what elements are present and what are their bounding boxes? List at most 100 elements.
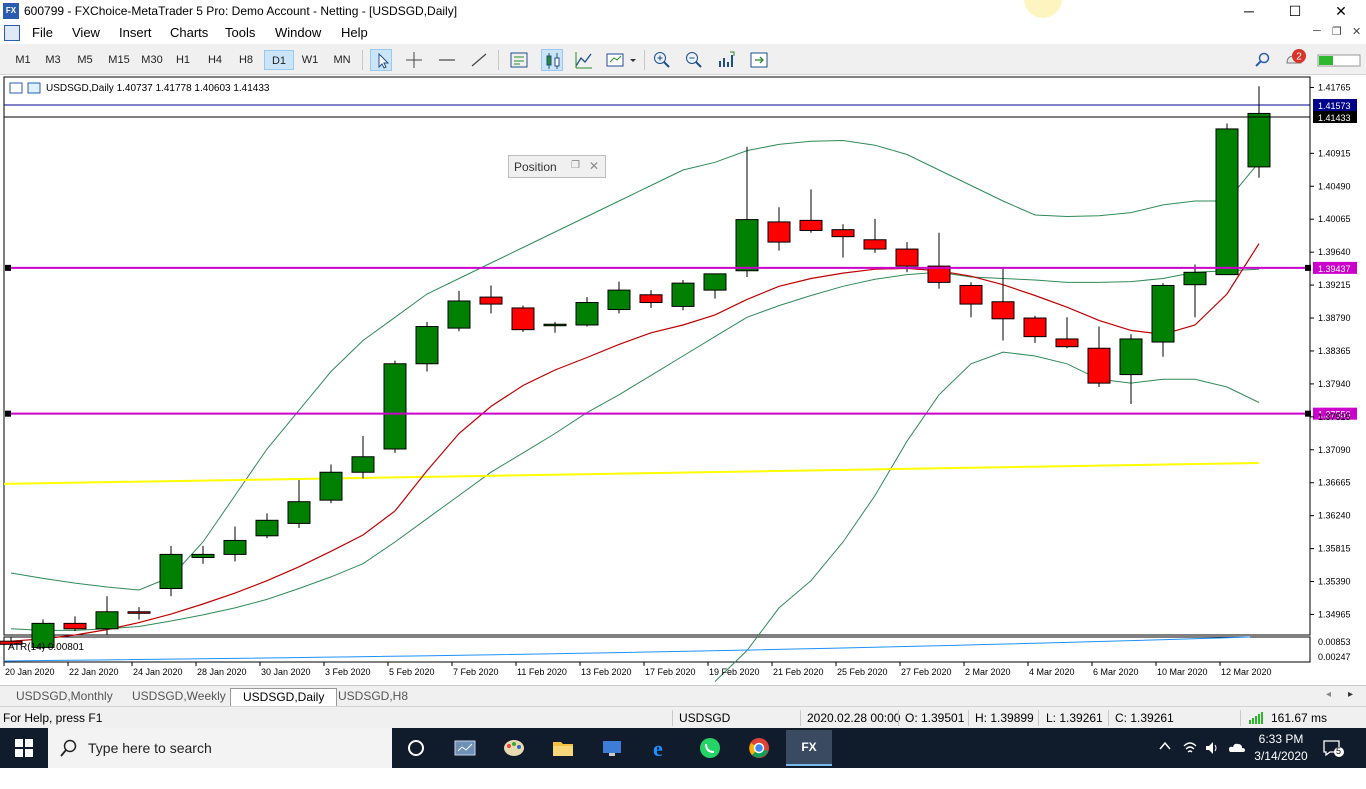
date-tick-label: 20 Jan 2020 bbox=[5, 667, 55, 677]
price-tick-label: 1.39640 bbox=[1318, 247, 1351, 257]
candle-bullish bbox=[703, 273, 727, 291]
date-tick-label: 21 Feb 2020 bbox=[773, 667, 824, 677]
candle-bearish bbox=[1023, 317, 1047, 338]
date-tick-label: 4 Mar 2020 bbox=[1029, 667, 1075, 677]
maximize-button[interactable]: ☐ bbox=[1272, 0, 1318, 23]
chart-shift-icon[interactable] bbox=[716, 49, 738, 71]
timeframe-m3[interactable]: M3 bbox=[40, 50, 66, 70]
file-explorer-icon[interactable] bbox=[544, 732, 582, 764]
menu-help[interactable]: Help bbox=[341, 25, 368, 40]
timeframe-d1[interactable]: D1 bbox=[264, 50, 294, 70]
timeframe-h4[interactable]: H4 bbox=[202, 50, 228, 70]
chart-properties-icon[interactable] bbox=[9, 82, 23, 94]
templates-icon[interactable] bbox=[604, 49, 638, 71]
price-tick-label: 1.35390 bbox=[1318, 577, 1351, 587]
action-center-icon[interactable]: 5 bbox=[1322, 738, 1344, 778]
menu-window[interactable]: Window bbox=[275, 25, 321, 40]
level-handle bbox=[5, 264, 11, 271]
tab-usdsgd-monthly[interactable]: USDSGD,Monthly bbox=[4, 688, 125, 706]
search-icon[interactable] bbox=[1252, 49, 1274, 71]
candle-bullish bbox=[735, 219, 759, 272]
cursor-icon[interactable] bbox=[370, 49, 392, 71]
timeframe-m15[interactable]: M15 bbox=[104, 50, 134, 70]
tab-usdsgd-h8[interactable]: USDSGD,H8 bbox=[326, 688, 420, 706]
candlestick-icon[interactable] bbox=[541, 49, 563, 71]
price-tick-label: 1.36240 bbox=[1318, 511, 1351, 521]
menu-charts[interactable]: Charts bbox=[170, 25, 208, 40]
bar-chart-icon[interactable] bbox=[508, 49, 530, 71]
fxchoice-app-icon[interactable]: FX bbox=[786, 730, 832, 766]
volume-icon[interactable] bbox=[1204, 740, 1220, 780]
internet-explorer-icon[interactable]: e bbox=[642, 732, 680, 764]
price-tick-label: 1.41765 bbox=[1318, 82, 1351, 92]
menu-view[interactable]: View bbox=[72, 25, 100, 40]
crosshair-icon[interactable] bbox=[403, 49, 425, 71]
timeframe-m30[interactable]: M30 bbox=[137, 50, 167, 70]
timeframe-m5[interactable]: M5 bbox=[72, 50, 98, 70]
onedrive-icon[interactable] bbox=[1228, 740, 1246, 780]
tab-usdsgd-weekly[interactable]: USDSGD,Weekly bbox=[120, 688, 238, 706]
separator bbox=[362, 50, 363, 70]
date-tick-label: 2 Mar 2020 bbox=[965, 667, 1011, 677]
restore-icon[interactable]: ❐ bbox=[571, 160, 580, 171]
candle-bullish bbox=[447, 300, 471, 329]
timeframe-h8[interactable]: H8 bbox=[233, 50, 259, 70]
position-window[interactable]: Position ❐ ✕ bbox=[508, 155, 606, 178]
cortana-icon[interactable] bbox=[397, 732, 435, 764]
status-low: L: 1.39261 bbox=[1046, 711, 1103, 725]
close-button[interactable]: ✕ bbox=[1318, 0, 1364, 23]
candle-bullish bbox=[191, 553, 215, 558]
date-tick-label: 24 Jan 2020 bbox=[133, 667, 183, 677]
level-handle bbox=[5, 410, 11, 417]
timeframe-mn[interactable]: MN bbox=[328, 50, 356, 70]
menu-tools[interactable]: Tools bbox=[225, 25, 255, 40]
candle-bullish bbox=[575, 302, 599, 326]
date-tick-label: 17 Feb 2020 bbox=[645, 667, 696, 677]
tab-usdsgd-daily[interactable]: USDSGD,Daily bbox=[230, 688, 338, 706]
candle-bearish bbox=[991, 301, 1015, 320]
atr-tick-label: 0.00247 bbox=[1318, 652, 1351, 662]
notification-badge: 5 bbox=[1336, 746, 1342, 756]
line-chart-icon[interactable] bbox=[573, 49, 595, 71]
chart-template-icon[interactable] bbox=[27, 82, 41, 94]
horizontal-line-icon[interactable] bbox=[436, 49, 458, 71]
chart-area[interactable]: 1.39437 1.37556 1.41573 1.41433 1.41765 1.40… bbox=[0, 75, 1366, 685]
candle-bearish bbox=[863, 239, 887, 250]
candle-bullish bbox=[543, 323, 567, 327]
task-view-icon[interactable] bbox=[446, 732, 484, 764]
price-chart[interactable]: 1.394371.375561.415731.41433 1.417651.40… bbox=[0, 75, 1366, 685]
whatsapp-icon[interactable] bbox=[691, 732, 729, 764]
paint-icon[interactable] bbox=[495, 732, 533, 764]
timeframe-h1[interactable]: H1 bbox=[170, 50, 196, 70]
notification-count: 2 bbox=[1296, 52, 1302, 63]
timeframe-w1[interactable]: W1 bbox=[297, 50, 323, 70]
menu-insert[interactable]: Insert bbox=[119, 25, 152, 40]
taskbar-search[interactable]: Type here to search bbox=[48, 728, 392, 768]
autoscroll-icon[interactable] bbox=[748, 49, 770, 71]
close-icon[interactable]: ✕ bbox=[589, 159, 599, 173]
mdi-minimize-icon[interactable]: ─ bbox=[1313, 25, 1321, 37]
chart-window-icon[interactable] bbox=[4, 25, 20, 41]
menu-file[interactable]: File bbox=[32, 25, 53, 40]
zoom-in-icon[interactable] bbox=[651, 49, 673, 71]
chrome-icon[interactable] bbox=[740, 732, 778, 764]
clock-date[interactable]: 3/14/2020 bbox=[1254, 749, 1308, 789]
trendline-icon[interactable] bbox=[468, 49, 490, 71]
tray-chevron-icon[interactable] bbox=[1158, 739, 1172, 779]
scroll-right-icon[interactable]: ▸ bbox=[1348, 689, 1353, 700]
notifications-icon[interactable]: 2 bbox=[1283, 49, 1309, 71]
menu-bar: File View Insert Charts Tools Window Hel… bbox=[0, 23, 1366, 44]
remote-desktop-icon[interactable] bbox=[593, 732, 631, 764]
status-open: O: 1.39501 bbox=[905, 711, 965, 725]
candle-bearish bbox=[895, 248, 919, 267]
mdi-restore-icon[interactable]: ❐ bbox=[1332, 25, 1342, 38]
wifi-icon[interactable] bbox=[1182, 740, 1198, 780]
zoom-out-icon[interactable] bbox=[683, 49, 705, 71]
candle-bullish bbox=[1247, 112, 1271, 168]
timeframe-m1[interactable]: M1 bbox=[10, 50, 36, 70]
windows-start-icon[interactable] bbox=[5, 732, 43, 764]
minimize-button[interactable]: ─ bbox=[1226, 0, 1272, 23]
mdi-close-icon[interactable]: ✕ bbox=[1352, 25, 1361, 38]
candle-bullish bbox=[255, 519, 279, 537]
scroll-left-icon[interactable]: ◂ bbox=[1326, 689, 1331, 700]
